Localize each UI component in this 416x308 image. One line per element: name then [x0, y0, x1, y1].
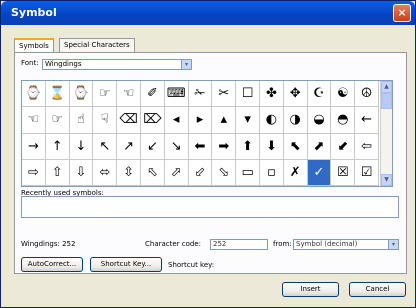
symbol-cell[interactable]: ☝: [69, 107, 94, 134]
symbol-cell[interactable]: ↖: [93, 133, 118, 160]
symbol-cell[interactable]: ✥: [283, 81, 308, 108]
font-label: Font:: [21, 59, 39, 67]
character-code-input[interactable]: 252: [210, 239, 268, 250]
symbol-cell[interactable]: ☒: [331, 159, 356, 186]
symbol-cell[interactable]: ⌨: [164, 81, 189, 108]
from-select[interactable]: Symbol (decimal) ▾: [293, 239, 399, 250]
autocorrect-button[interactable]: AutoCorrect...: [21, 257, 83, 272]
symbol-cell[interactable]: ✗: [283, 159, 308, 186]
symbol-cell[interactable]: ⬈: [307, 133, 332, 160]
symbol-cell[interactable]: ⇨: [22, 159, 46, 186]
symbol-cell[interactable]: ⌚: [69, 81, 94, 108]
font-select[interactable]: Wingdings ▾: [42, 59, 192, 70]
close-button[interactable]: ×: [393, 4, 411, 22]
symbol-cell[interactable]: ⇦: [355, 133, 379, 160]
symbol-grid[interactable]: ☑ ☒ ✓ ✗ ▫ ▭ ⬂ ⬃ ⬀ ⬁ ⇳ ⬄ ⇩ ⇧ ⇨ ⇦ ⬋ ⬈ ⬉ ⬇ ⬆ ➡ ⬅ ↘ ↙ ↗ ↖ ↓ ↑ → ← ◓ ◒ ◑ ◐ ▾ ▴ ▸ ◂ ⌦…: [21, 80, 393, 187]
font-value: Wingdings: [45, 60, 82, 68]
symbol-cell[interactable]: ⇩: [69, 159, 94, 186]
symbol-cell[interactable]: ⬅: [188, 133, 213, 160]
tab-special-characters[interactable]: Special Characters: [59, 38, 135, 52]
symbol-cell[interactable]: ↗: [117, 133, 141, 160]
symbol-cell[interactable]: ⬄: [93, 159, 118, 186]
symbol-cell[interactable]: ▭: [236, 159, 260, 186]
symbol-cell[interactable]: ☐: [236, 81, 260, 108]
chevron-down-icon[interactable]: ▾: [388, 240, 398, 249]
symbol-cell[interactable]: ◐: [260, 107, 284, 134]
symbol-cell[interactable]: ☮: [355, 81, 379, 108]
shortcut-key-button[interactable]: Shortcut Key...: [90, 257, 162, 272]
symbol-cell[interactable]: ⬋: [331, 133, 356, 160]
scroll-down-button[interactable]: ▼: [381, 174, 392, 186]
symbol-cell[interactable]: ✐: [141, 81, 165, 108]
symbol-cell[interactable]: ↓: [69, 133, 94, 160]
symbol-cell[interactable]: ⬂: [212, 159, 237, 186]
dialog-title: Symbol: [11, 6, 57, 19]
from-value: Symbol (decimal): [296, 240, 358, 248]
character-code-label: Character code:: [145, 240, 202, 248]
symbol-cell[interactable]: ⇧: [45, 159, 70, 186]
symbol-cell[interactable]: ☑: [355, 159, 379, 186]
symbol-cell[interactable]: ◓: [331, 107, 356, 134]
font-row: Font: Wingdings ▾: [21, 59, 192, 70]
symbol-cell[interactable]: ☞: [93, 81, 118, 108]
scroll-thumb[interactable]: [381, 93, 392, 109]
symbol-cell[interactable]: ⬇: [260, 133, 284, 160]
symbol-cell[interactable]: ⬆: [236, 133, 260, 160]
symbol-cell[interactable]: ▴: [212, 107, 237, 134]
symbol-cell[interactable]: ◂: [164, 107, 189, 134]
symbol-cell[interactable]: ✂: [212, 81, 237, 108]
symbol-cell[interactable]: ✁: [188, 81, 213, 108]
symbol-cell[interactable]: ⌫: [117, 107, 141, 134]
symbol-cell[interactable]: ☟: [93, 107, 118, 134]
symbol-cell[interactable]: ⬁: [141, 159, 165, 186]
symbol-cell[interactable]: ◑: [283, 107, 308, 134]
symbol-cell[interactable]: ◒: [307, 107, 332, 134]
from-label: from:: [273, 240, 292, 248]
title-bar[interactable]: Symbol ×: [1, 1, 415, 25]
shortcut-key-label: Shortcut key:: [168, 261, 215, 269]
symbol-cell[interactable]: ☜: [22, 107, 46, 134]
symbol-cell[interactable]: ⬀: [164, 159, 189, 186]
symbol-cell[interactable]: →: [22, 133, 46, 160]
symbol-cell[interactable]: ⬃: [188, 159, 213, 186]
symbol-cell[interactable]: ☞: [45, 107, 70, 134]
symbol-cell[interactable]: ↑: [45, 133, 70, 160]
symbol-cell[interactable]: ✓: [307, 159, 332, 186]
symbol-cell[interactable]: ➡: [212, 133, 237, 160]
symbol-cell[interactable]: ☯: [331, 81, 356, 108]
recently-used-symbols[interactable]: [21, 196, 399, 218]
symbol-cell[interactable]: ⌛: [45, 81, 70, 108]
symbol-cell[interactable]: ⇳: [117, 159, 141, 186]
cancel-button[interactable]: Cancel: [349, 282, 406, 297]
symbol-scrollbar[interactable]: ▲ ▼: [380, 81, 392, 186]
symbol-cell[interactable]: ☪: [307, 81, 332, 108]
symbol-cell[interactable]: ✤: [260, 81, 284, 108]
symbol-cell[interactable]: ←: [355, 107, 379, 134]
symbol-cell[interactable]: ▸: [188, 107, 213, 134]
symbol-cell[interactable]: ▫: [260, 159, 284, 186]
font-char-status: Wingdings: 252: [21, 240, 76, 248]
symbol-cell[interactable]: ↘: [164, 133, 189, 160]
symbol-cell[interactable]: ⬉: [283, 133, 308, 160]
symbol-cell[interactable]: ⌚: [22, 81, 46, 108]
symbol-cell[interactable]: ⌦: [141, 107, 165, 134]
insert-button[interactable]: Insert: [282, 282, 339, 297]
symbol-dialog: Symbol × Symbols Special Characters Font…: [0, 0, 416, 308]
symbols-panel: Font: Wingdings ▾ ☑ ☒ ✓ ✗ ▫ ▭ ⬂ ⬃ ⬀ ⬁ ⇳ ⬄ ⇩ ⇧ ⇨ ⇦ ⬋ ⬈ ⬉ ⬇ ⬆ ➡…: [14, 52, 407, 274]
symbol-cell[interactable]: ↙: [141, 133, 165, 160]
symbol-cell[interactable]: ▾: [236, 107, 260, 134]
symbol-cell[interactable]: ☜: [117, 81, 141, 108]
tab-symbols[interactable]: Symbols: [14, 38, 54, 53]
chevron-down-icon[interactable]: ▾: [181, 60, 191, 69]
scroll-up-button[interactable]: ▲: [381, 81, 392, 93]
